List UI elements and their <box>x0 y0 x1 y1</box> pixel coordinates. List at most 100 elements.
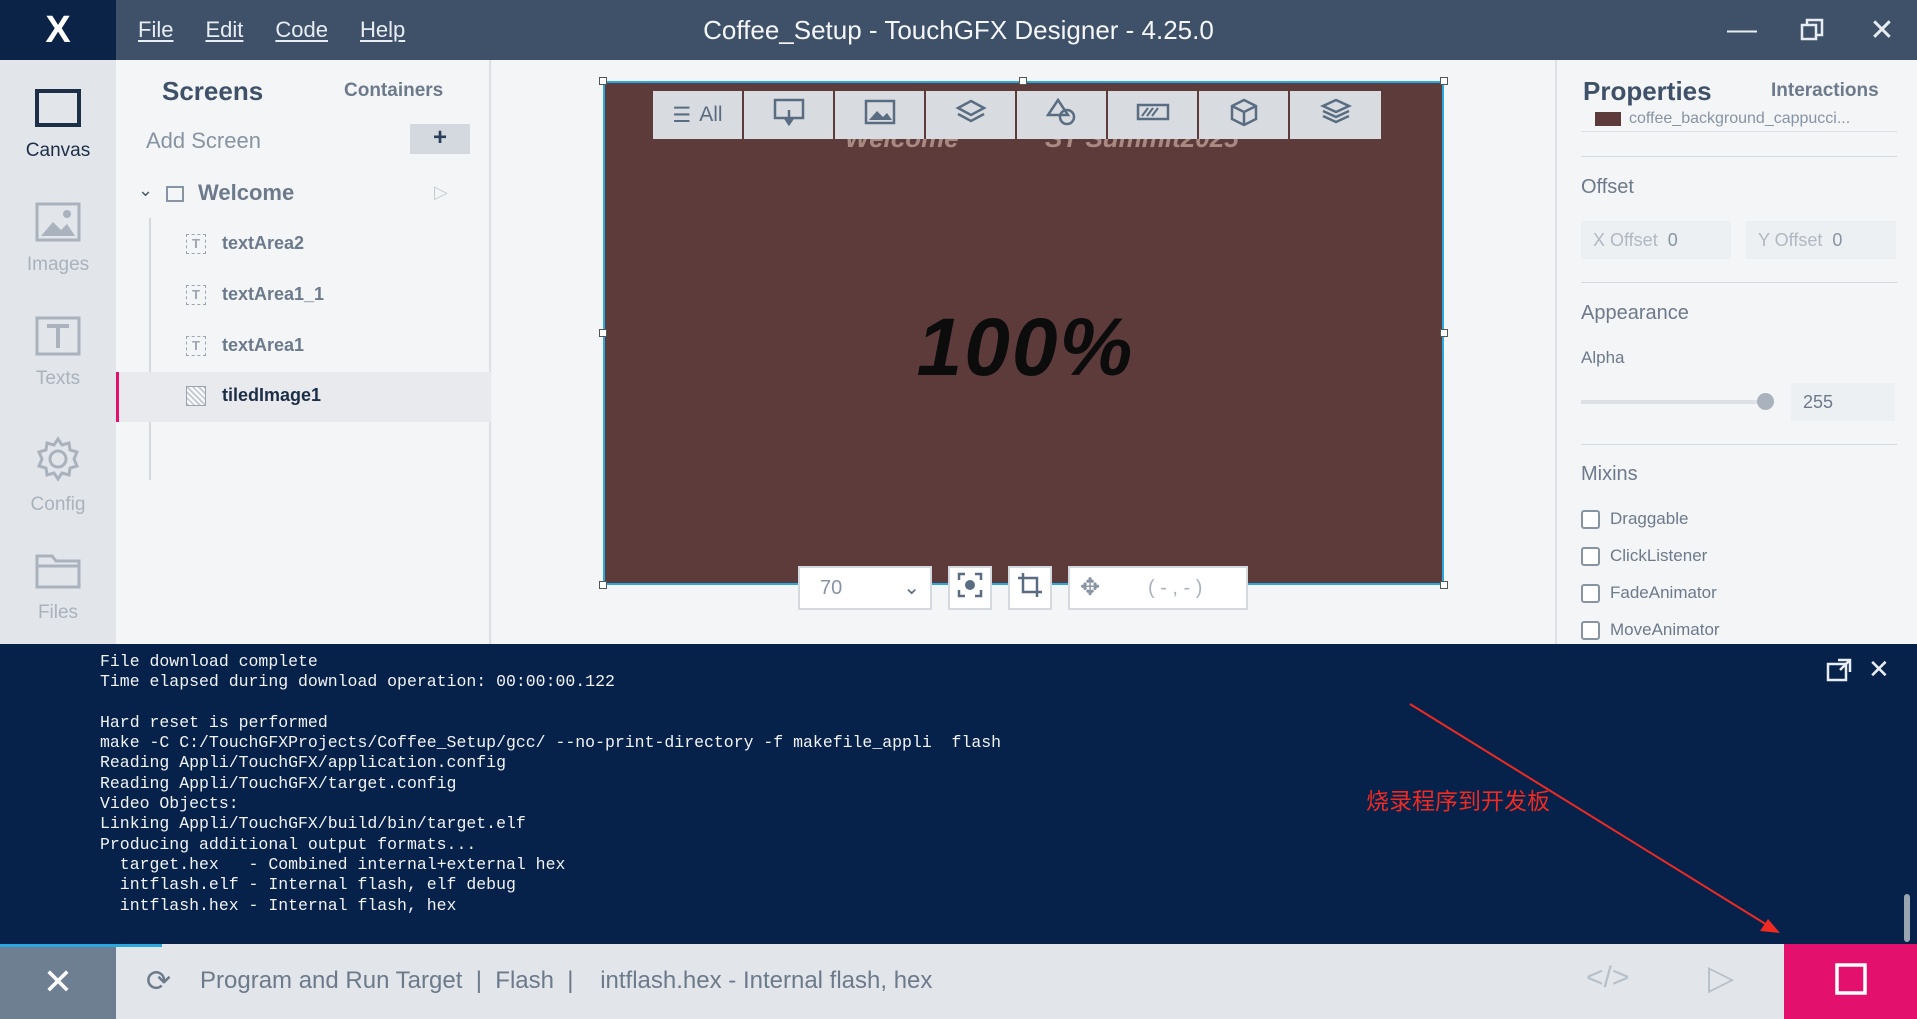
filter-containers-button[interactable] <box>926 91 1017 139</box>
resize-handle[interactable] <box>599 77 607 85</box>
tree-item-textarea1-1[interactable]: T textArea1_1 <box>116 271 491 321</box>
restore-icon[interactable] <box>1777 0 1847 60</box>
image-icon <box>35 202 81 248</box>
checkbox[interactable] <box>1581 621 1600 641</box>
nav-canvas[interactable]: Canvas <box>0 78 116 188</box>
image-swatch <box>1595 111 1621 126</box>
screen-canvas[interactable]: Welcome ST Summit2025 100% <box>603 81 1444 585</box>
filter-all-button[interactable]: ☰ All <box>653 91 744 139</box>
resize-handle[interactable] <box>1440 581 1448 589</box>
screens-panel: Screens Containers Add Screen + ⌄ Welcom… <box>116 60 491 644</box>
close-status-button[interactable]: ✕ <box>0 944 116 1019</box>
mixin-fadeanimator[interactable]: FadeAnimator <box>1581 583 1717 607</box>
tab-screens[interactable]: Screens <box>162 76 263 107</box>
text-icon <box>35 316 81 362</box>
mixin-label: MoveAnimator <box>1610 620 1720 639</box>
filter-3d-button[interactable] <box>1199 91 1290 139</box>
touchgfx-logo: X <box>0 0 116 60</box>
cube-icon <box>1229 97 1259 133</box>
filter-interaction-button[interactable] <box>744 91 835 139</box>
play-icon[interactable]: ▷ <box>434 182 448 203</box>
close-console-icon[interactable]: ✕ <box>1868 654 1890 685</box>
checkbox[interactable] <box>1581 584 1600 604</box>
resize-handle[interactable] <box>1440 77 1448 85</box>
shapes-icon <box>1045 97 1078 133</box>
run-icon[interactable]: ▷ <box>1708 958 1734 998</box>
offset-section-title: Offset <box>1581 176 1634 198</box>
filter-progress-button[interactable] <box>1108 91 1199 139</box>
screen-icon <box>166 186 184 202</box>
nav-images[interactable]: Images <box>0 192 116 302</box>
gear-icon <box>35 436 81 488</box>
tab-containers[interactable]: Containers <box>344 80 443 102</box>
tab-interactions[interactable]: Interactions <box>1771 80 1879 102</box>
menu-file[interactable]: File <box>138 17 173 43</box>
window-controls: — ✕ <box>1707 0 1917 60</box>
divider <box>1581 444 1897 445</box>
checkbox[interactable] <box>1581 547 1600 567</box>
alpha-slider-track[interactable] <box>1581 400 1765 404</box>
crop-button[interactable] <box>1008 566 1052 610</box>
console-scrollbar[interactable] <box>1904 894 1910 942</box>
screen-welcome[interactable]: ⌄ Welcome ▷ <box>116 174 491 214</box>
nav-texts[interactable]: Texts <box>0 306 116 416</box>
widget-name: textArea1 <box>222 335 305 355</box>
y-offset-field[interactable]: Y Offset 0 <box>1746 221 1896 259</box>
tree-item-tiledimage1[interactable]: tiledImage1 <box>116 372 491 422</box>
menu-bar: File Edit Code Help <box>116 0 415 60</box>
resize-handle[interactable] <box>1440 329 1448 337</box>
close-icon: ✕ <box>42 960 74 1002</box>
alpha-slider-thumb[interactable] <box>1757 393 1774 410</box>
divider <box>1581 156 1897 157</box>
chevron-down-icon[interactable]: ⌄ <box>138 180 153 201</box>
fit-screen-button[interactable] <box>948 566 992 610</box>
nav-images-label: Images <box>26 254 90 275</box>
text-widget-icon: T <box>186 234 206 254</box>
menu-help[interactable]: Help <box>360 17 405 43</box>
image-name: coffee_background_cappucci... <box>1629 110 1851 127</box>
menu-edit[interactable]: Edit <box>205 17 243 43</box>
x-offset-field[interactable]: X Offset 0 <box>1581 221 1731 259</box>
zoom-select[interactable]: 70 ⌄ <box>798 566 932 610</box>
alpha-input[interactable]: 255 <box>1791 383 1895 421</box>
filter-shapes-button[interactable] <box>1017 91 1108 139</box>
filter-stack-button[interactable] <box>1290 91 1381 139</box>
menu-code[interactable]: Code <box>275 17 328 43</box>
tab-properties[interactable]: Properties <box>1583 76 1712 107</box>
image-icon <box>864 99 896 131</box>
appearance-section-title: Appearance <box>1581 302 1689 324</box>
resize-handle[interactable] <box>599 329 607 337</box>
mixin-label: Draggable <box>1610 509 1689 528</box>
minimize-icon[interactable]: — <box>1707 0 1777 60</box>
image-selector[interactable]: coffee_background_cappucci... <box>1581 110 1897 132</box>
nav-config[interactable]: Config <box>0 432 116 542</box>
tree-item-textarea1[interactable]: T textArea1 <box>116 322 491 372</box>
output-console: File download complete Time elapsed duri… <box>0 644 1917 944</box>
resize-handle[interactable] <box>1019 77 1027 85</box>
mixin-clicklistener[interactable]: ClickListener <box>1581 546 1707 570</box>
filter-images-button[interactable] <box>835 91 926 139</box>
title-bar: X File Edit Code Help Coffee_Setup - Tou… <box>0 0 1917 60</box>
resize-handle[interactable] <box>599 581 607 589</box>
tree-item-textarea2[interactable]: T textArea2 <box>116 220 491 270</box>
filter-all-label: All <box>699 103 723 126</box>
add-screen-button[interactable]: + <box>410 124 470 154</box>
properties-panel: Properties Interactions coffee_backgroun… <box>1555 60 1917 644</box>
widget-name: textArea1_1 <box>222 284 325 304</box>
flash-target-button[interactable] <box>1784 944 1917 1019</box>
hamburger-icon: ☰ <box>672 103 692 127</box>
mixin-draggable[interactable]: Draggable <box>1581 509 1688 533</box>
stack-icon <box>1319 97 1352 133</box>
nav-files-label: Files <box>37 602 79 623</box>
alpha-label: Alpha <box>1581 348 1625 367</box>
close-window-icon[interactable]: ✕ <box>1847 0 1917 60</box>
nav-config-label: Config <box>30 494 86 515</box>
percent-text[interactable]: 100% <box>605 301 1446 395</box>
focus-icon <box>957 572 983 604</box>
nav-files[interactable]: Files <box>0 540 116 650</box>
mixin-moveanimator[interactable]: MoveAnimator <box>1581 620 1720 644</box>
code-icon[interactable]: </> <box>1586 961 1629 995</box>
checkbox[interactable] <box>1581 510 1600 530</box>
tiled-image-icon <box>186 386 206 406</box>
expand-icon[interactable] <box>1826 658 1852 689</box>
